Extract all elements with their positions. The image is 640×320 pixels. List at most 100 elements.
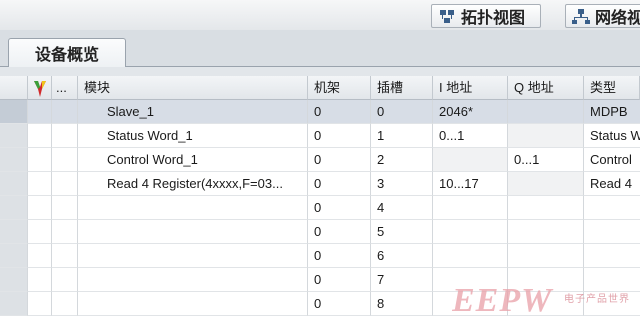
column-rack[interactable]: 机架 bbox=[308, 76, 371, 100]
q-address-cell[interactable] bbox=[508, 172, 584, 196]
rack-cell[interactable]: 0 bbox=[308, 172, 371, 196]
row-more-cell bbox=[52, 292, 78, 316]
i-address-cell[interactable]: 2046* bbox=[433, 100, 508, 124]
rack-cell[interactable]: 0 bbox=[308, 196, 371, 220]
row-selector[interactable] bbox=[0, 292, 28, 316]
rack-cell[interactable]: 0 bbox=[308, 124, 371, 148]
column-type[interactable]: 类型 bbox=[584, 76, 640, 100]
module-cell[interactable] bbox=[78, 220, 308, 244]
q-address-cell[interactable] bbox=[508, 124, 584, 148]
slot-cell[interactable]: 5 bbox=[371, 220, 433, 244]
module-cell[interactable]: Slave_1 bbox=[78, 100, 308, 124]
q-address-cell[interactable] bbox=[508, 244, 584, 268]
i-address-cell[interactable] bbox=[433, 196, 508, 220]
rack-cell[interactable]: 0 bbox=[308, 148, 371, 172]
i-address-cell[interactable] bbox=[433, 244, 508, 268]
row-flag-cell bbox=[28, 100, 52, 124]
slot-cell[interactable]: 3 bbox=[371, 172, 433, 196]
column-i-address[interactable]: I 地址 bbox=[433, 76, 508, 100]
i-address-cell[interactable]: 10...17 bbox=[433, 172, 508, 196]
module-cell[interactable] bbox=[78, 196, 308, 220]
q-address-cell[interactable] bbox=[508, 196, 584, 220]
type-cell[interactable] bbox=[584, 292, 640, 316]
slot-cell[interactable]: 4 bbox=[371, 196, 433, 220]
row-flag-cell bbox=[28, 148, 52, 172]
q-address-cell[interactable] bbox=[508, 268, 584, 292]
device-overview-table: ... 模块 机架 插槽 I 地址 Q 地址 类型 Slave_1 0 0 20… bbox=[0, 76, 640, 320]
i-address-cell[interactable] bbox=[433, 220, 508, 244]
slot-cell[interactable]: 1 bbox=[371, 124, 433, 148]
module-cell[interactable]: Control Word_1 bbox=[78, 148, 308, 172]
i-address-cell[interactable] bbox=[433, 292, 508, 316]
rack-cell[interactable]: 0 bbox=[308, 220, 371, 244]
type-cell[interactable]: Status W bbox=[584, 124, 640, 148]
q-address-cell[interactable]: 0...1 bbox=[508, 148, 584, 172]
module-cell[interactable] bbox=[78, 244, 308, 268]
type-cell[interactable] bbox=[584, 268, 640, 292]
rack-cell[interactable]: 0 bbox=[308, 268, 371, 292]
type-cell[interactable] bbox=[584, 244, 640, 268]
table-row[interactable]: 0 8 bbox=[0, 292, 640, 316]
row-selector[interactable] bbox=[0, 196, 28, 220]
rack-cell[interactable]: 0 bbox=[308, 100, 371, 124]
table-row[interactable]: Slave_1 0 0 2046* MDPB bbox=[0, 100, 640, 124]
module-cell[interactable] bbox=[78, 292, 308, 316]
slot-cell[interactable]: 7 bbox=[371, 268, 433, 292]
topology-view-label: 拓扑视图 bbox=[461, 10, 526, 27]
type-cell[interactable] bbox=[584, 220, 640, 244]
i-address-cell[interactable] bbox=[433, 268, 508, 292]
type-cell[interactable]: MDPB bbox=[584, 100, 640, 124]
topology-view-button[interactable]: 拓扑视图 bbox=[431, 4, 541, 28]
table-row[interactable]: Control Word_1 0 2 0...1 Control bbox=[0, 148, 640, 172]
i-address-cell[interactable] bbox=[433, 148, 508, 172]
column-more[interactable]: ... bbox=[52, 76, 78, 100]
rack-cell[interactable]: 0 bbox=[308, 244, 371, 268]
module-cell[interactable]: Read 4 Register(4xxxx,F=03... bbox=[78, 172, 308, 196]
row-more-cell bbox=[52, 100, 78, 124]
table-row[interactable]: Status Word_1 0 1 0...1 Status W bbox=[0, 124, 640, 148]
row-selector[interactable] bbox=[0, 100, 28, 124]
row-selector[interactable] bbox=[0, 268, 28, 292]
row-selector[interactable] bbox=[0, 220, 28, 244]
module-cell[interactable]: Status Word_1 bbox=[78, 124, 308, 148]
table-row[interactable]: 0 4 bbox=[0, 196, 640, 220]
slot-cell[interactable]: 2 bbox=[371, 148, 433, 172]
network-view-button[interactable]: 网络视 bbox=[565, 4, 640, 28]
view-switcher-bar: 拓扑视图 网络视 bbox=[0, 0, 640, 30]
table-row[interactable]: Read 4 Register(4xxxx,F=03... 0 3 10...1… bbox=[0, 172, 640, 196]
slot-cell[interactable]: 8 bbox=[371, 292, 433, 316]
row-header-column bbox=[0, 76, 28, 100]
row-selector[interactable] bbox=[0, 148, 28, 172]
column-module[interactable]: 模块 bbox=[78, 76, 308, 100]
module-cell[interactable] bbox=[78, 268, 308, 292]
i-address-cell[interactable]: 0...1 bbox=[433, 124, 508, 148]
table-row[interactable]: 0 6 bbox=[0, 244, 640, 268]
tab-device-overview[interactable]: 设备概览 bbox=[8, 38, 126, 67]
row-more-cell bbox=[52, 172, 78, 196]
slot-cell[interactable]: 0 bbox=[371, 100, 433, 124]
table-row[interactable]: 0 7 bbox=[0, 268, 640, 292]
row-selector[interactable] bbox=[0, 244, 28, 268]
type-cell[interactable]: Control bbox=[584, 148, 640, 172]
table-header: ... 模块 机架 插槽 I 地址 Q 地址 类型 bbox=[0, 76, 640, 100]
table-row[interactable]: 0 5 bbox=[0, 220, 640, 244]
slot-cell[interactable]: 6 bbox=[371, 244, 433, 268]
row-more-cell bbox=[52, 268, 78, 292]
column-filter[interactable] bbox=[28, 76, 52, 100]
type-cell[interactable] bbox=[584, 196, 640, 220]
topology-icon bbox=[438, 8, 456, 24]
row-selector[interactable] bbox=[0, 172, 28, 196]
row-flag-cell bbox=[28, 244, 52, 268]
row-more-cell bbox=[52, 244, 78, 268]
type-cell[interactable]: Read 4 bbox=[584, 172, 640, 196]
q-address-cell[interactable] bbox=[508, 100, 584, 124]
row-flag-cell bbox=[28, 268, 52, 292]
q-address-cell[interactable] bbox=[508, 220, 584, 244]
filter-flag-icon bbox=[28, 76, 51, 99]
column-slot[interactable]: 插槽 bbox=[371, 76, 433, 100]
column-q-address[interactable]: Q 地址 bbox=[508, 76, 584, 100]
rack-cell[interactable]: 0 bbox=[308, 292, 371, 316]
row-flag-cell bbox=[28, 220, 52, 244]
row-selector[interactable] bbox=[0, 124, 28, 148]
q-address-cell[interactable] bbox=[508, 292, 584, 316]
